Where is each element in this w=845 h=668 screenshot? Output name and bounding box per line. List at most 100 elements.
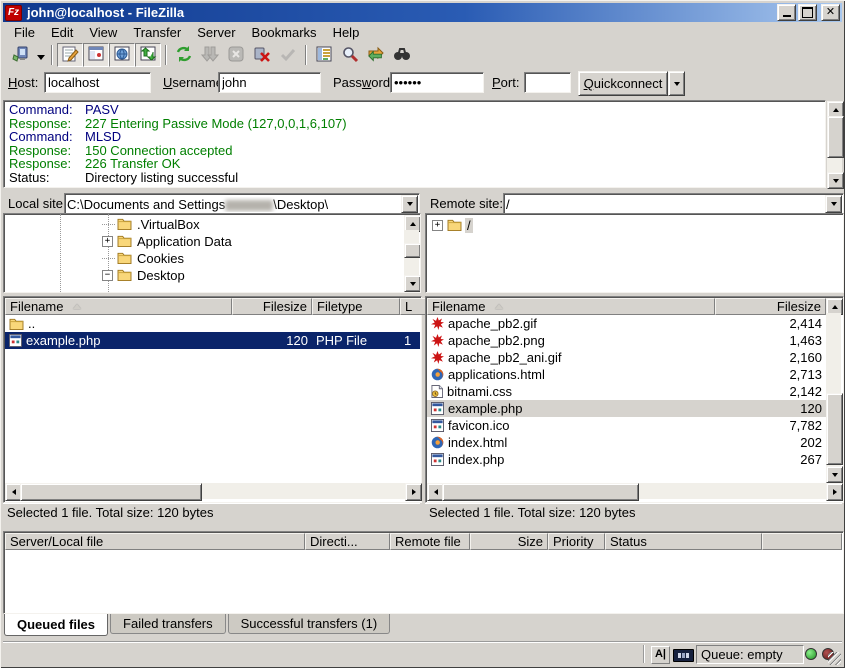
scrollbar-thumb[interactable] <box>827 116 844 158</box>
queue-header-server-local-file[interactable]: Server/Local file <box>5 533 305 550</box>
file-row-apache-pb2-ani-gif[interactable]: apache_pb2_ani.gif2,160 <box>427 349 826 366</box>
menu-item-transfer[interactable]: Transfer <box>125 23 189 42</box>
reconnect-button[interactable] <box>275 43 301 67</box>
local-file-list[interactable]: FilenameFilesizeFiletypeL ..example.php1… <box>3 296 422 503</box>
directory-comparison-button[interactable] <box>311 43 337 67</box>
local-header-filename[interactable]: Filename <box>5 298 232 315</box>
transfer-queue-panel[interactable]: Server/Local fileDirecti...Remote fileSi… <box>3 531 844 614</box>
cancel-operation-button[interactable] <box>223 43 249 67</box>
scrollbar-thumb[interactable] <box>20 483 202 501</box>
file-row-index-php[interactable]: index.php267 <box>427 451 826 468</box>
local-site-combobox[interactable]: C:\Documents and Settings\Desktop\ <box>64 193 420 215</box>
scrollbar-thumb[interactable] <box>826 393 843 465</box>
statusbar-divider <box>643 645 645 663</box>
menu-item-bookmarks[interactable]: Bookmarks <box>244 23 325 42</box>
minimize-button[interactable] <box>777 4 796 21</box>
synchronized-browsing-button[interactable] <box>363 43 389 67</box>
menu-item-view[interactable]: View <box>81 23 125 42</box>
tree-item-application-data[interactable]: +Application Data <box>102 233 234 250</box>
process-queue-button[interactable] <box>197 43 223 67</box>
local-header-filetype[interactable]: Filetype <box>312 298 400 315</box>
username-input[interactable] <box>218 72 321 93</box>
menu-item-file[interactable]: File <box>6 23 43 42</box>
refresh-button[interactable] <box>171 43 197 67</box>
local-directory-tree[interactable]: .VirtualBox+Application DataCookies−Desk… <box>3 213 421 293</box>
disconnect-button[interactable] <box>249 43 275 67</box>
file-row-apache-pb2-gif[interactable]: apache_pb2.gif2,414 <box>427 315 826 332</box>
queue-header-empty[interactable] <box>762 533 842 550</box>
maximize-button[interactable] <box>798 4 817 21</box>
queue-header-size[interactable]: Size <box>470 533 548 550</box>
remote-directory-tree[interactable]: +/ <box>425 213 844 293</box>
tab-successful-transfers-1[interactable]: Successful transfers (1) <box>228 614 391 634</box>
file-row-apache-pb2-png[interactable]: apache_pb2.png1,463 <box>427 332 826 349</box>
site-manager-button[interactable] <box>8 43 34 67</box>
collapse-minus-icon[interactable]: − <box>102 270 113 281</box>
site-manager-dropdown-button[interactable] <box>34 44 47 66</box>
local-header-filesize[interactable]: Filesize <box>232 298 312 315</box>
remote-site-dropdown-button[interactable] <box>825 195 842 213</box>
data-type-ascii-icon[interactable]: A| <box>651 646 670 664</box>
toggle-remote-tree-button[interactable] <box>109 43 135 67</box>
local-horizontal-scrollbar[interactable] <box>5 483 420 499</box>
log-line-text: PASV <box>85 103 119 117</box>
expand-plus-icon[interactable]: + <box>432 220 443 231</box>
quickconnect-dropdown-button[interactable] <box>668 71 685 96</box>
file-row-example-php[interactable]: example.php120 <box>427 400 826 417</box>
file-row-index-html[interactable]: index.html202 <box>427 434 826 451</box>
menu-item-help[interactable]: Help <box>325 23 368 42</box>
queue-header-status[interactable]: Status <box>605 533 762 550</box>
queue-header-priority[interactable]: Priority <box>548 533 605 550</box>
port-input[interactable] <box>524 72 571 93</box>
file-row-favicon-ico[interactable]: favicon.ico7,782 <box>427 417 826 434</box>
close-button[interactable]: ✕ <box>821 4 840 21</box>
refresh-icon <box>175 45 193 66</box>
title-bar[interactable]: Fz john@localhost - FileZilla ✕ <box>3 3 842 22</box>
cell-name: favicon.ico <box>427 418 715 433</box>
host-input[interactable] <box>44 72 151 93</box>
remote-header-filesize[interactable]: Filesize <box>715 298 826 315</box>
folder-icon <box>447 218 462 234</box>
tree-item-desktop[interactable]: −Desktop <box>102 267 187 284</box>
filter-button[interactable] <box>389 43 415 67</box>
scrollbar-down-button[interactable] <box>827 172 844 189</box>
file-row-[interactable]: .. <box>5 315 420 332</box>
quickconnect-button[interactable]: Quickconnect <box>578 71 668 96</box>
tree-item-[interactable]: +/ <box>432 217 473 234</box>
remote-vertical-scrollbar[interactable] <box>826 298 841 481</box>
password-input[interactable] <box>390 72 484 93</box>
resize-grip[interactable] <box>828 652 841 665</box>
menu-item-edit[interactable]: Edit <box>43 23 81 42</box>
toggle-message-log-button[interactable] <box>57 43 83 67</box>
tab-failed-transfers[interactable]: Failed transfers <box>110 614 226 634</box>
speed-limit-icon[interactable] <box>673 649 694 662</box>
scrollbar-thumb[interactable] <box>442 483 639 501</box>
size-text: 2,414 <box>789 316 822 331</box>
local-tree-scrollbar[interactable] <box>404 215 419 290</box>
tree-item-virtualbox[interactable]: .VirtualBox <box>102 216 202 233</box>
file-row-example-php[interactable]: example.php120PHP File1 <box>5 332 420 349</box>
scrollbar-right-button[interactable] <box>405 483 422 501</box>
scrollbar-right-button[interactable] <box>826 483 843 501</box>
scrollbar-thumb[interactable] <box>404 243 421 258</box>
remote-site-combobox[interactable]: / <box>503 193 844 215</box>
remote-file-list[interactable]: FilenameFilesize apache_pb2.gif2,414apac… <box>425 296 844 503</box>
expand-plus-icon[interactable]: + <box>102 236 113 247</box>
toggle-transfer-queue-button[interactable] <box>135 43 161 67</box>
tree-item-cookies[interactable]: Cookies <box>102 250 186 267</box>
remote-header-filename[interactable]: Filename <box>427 298 715 315</box>
tab-queued-files[interactable]: Queued files <box>4 614 108 636</box>
toggle-local-tree-button[interactable] <box>83 43 109 67</box>
message-log-scrollbar[interactable] <box>827 101 842 187</box>
menu-item-server[interactable]: Server <box>189 23 243 42</box>
queue-header-directi[interactable]: Directi... <box>305 533 390 550</box>
tree-item-label: / <box>465 218 473 233</box>
local-site-dropdown-button[interactable] <box>401 195 418 213</box>
file-row-applications-html[interactable]: applications.html2,713 <box>427 366 826 383</box>
file-row-bitnami-css[interactable]: bitnami.css2,142 <box>427 383 826 400</box>
scrollbar-down-button[interactable] <box>826 466 843 483</box>
remote-horizontal-scrollbar[interactable] <box>427 483 841 499</box>
find-files-button[interactable] <box>337 43 363 67</box>
scrollbar-down-button[interactable] <box>404 275 421 292</box>
queue-header-remote-file[interactable]: Remote file <box>390 533 470 550</box>
